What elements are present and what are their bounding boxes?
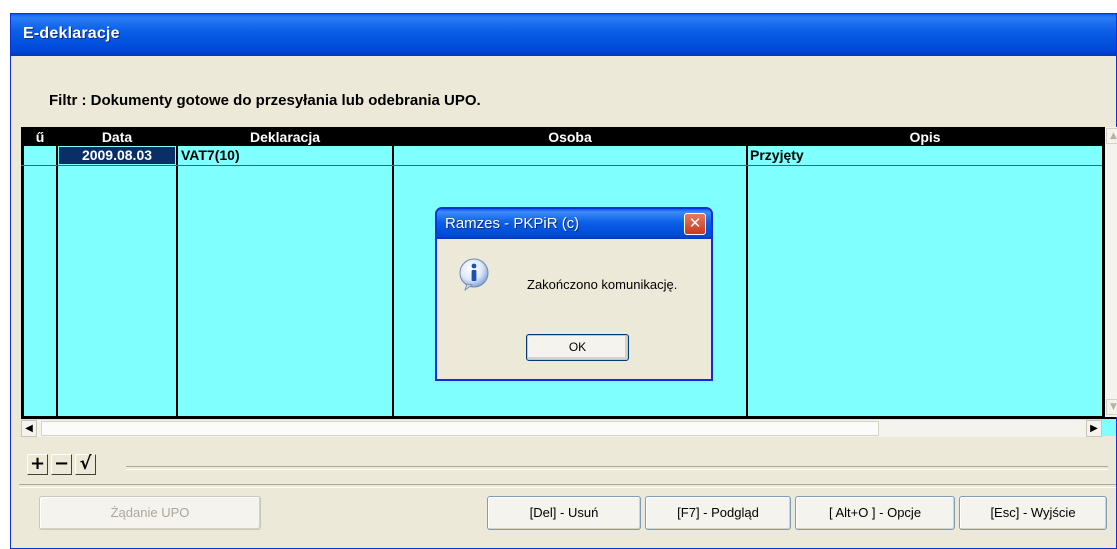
col-header-marker[interactable]: ű: [24, 129, 56, 146]
scroll-left-icon[interactable]: ◀: [21, 420, 37, 437]
col-description-bg: [748, 146, 1102, 416]
add-record-button[interactable]: +: [27, 454, 48, 475]
vertical-scrollbar[interactable]: ▲ ▼: [1105, 127, 1117, 417]
scroll-up-icon[interactable]: ▲: [1106, 128, 1117, 144]
row-divider: [21, 165, 1102, 166]
col-separator: [56, 127, 57, 417]
cell-declaration[interactable]: VAT7(10): [181, 147, 389, 164]
message-dialog: Ramzes - PKPiR (c) ✕ Zakończono komunika…: [435, 207, 713, 381]
scroll-down-icon[interactable]: ▼: [1106, 399, 1117, 415]
dialog-title: Ramzes - PKPiR (c): [445, 215, 580, 232]
cell-description[interactable]: Przyjęty: [750, 147, 1100, 164]
col-separator: [746, 127, 747, 417]
horizontal-scrollbar[interactable]: ◀ ▶: [21, 419, 1102, 437]
options-button[interactable]: [ Alt+O ] - Opcje: [795, 496, 955, 530]
col-declaration-bg: [178, 146, 392, 416]
col-header-date[interactable]: Data: [58, 129, 176, 146]
confirm-record-button[interactable]: √: [75, 454, 96, 475]
filter-label: Filtr : Dokumenty gotowe do przesyłania …: [49, 92, 481, 109]
preview-button[interactable]: [F7] - Podgląd: [645, 496, 791, 530]
request-upo-button[interactable]: Żądanie UPO: [39, 496, 261, 530]
delete-button[interactable]: [Del] - Usuń: [487, 496, 641, 530]
close-icon[interactable]: ✕: [684, 213, 706, 235]
col-date-bg: [58, 146, 176, 416]
scroll-corner: [1102, 419, 1116, 436]
divider: [19, 484, 1116, 488]
window-title: E-deklaracje: [23, 25, 120, 42]
delete-record-button[interactable]: −: [51, 454, 72, 475]
col-separator: [176, 127, 177, 417]
dialog-message: Zakończono komunikację.: [527, 277, 678, 292]
col-marker-bg: [24, 146, 56, 416]
scroll-right-icon[interactable]: ▶: [1086, 420, 1102, 437]
ok-button[interactable]: OK: [526, 334, 629, 361]
horizontal-scroll-thumb[interactable]: [41, 421, 879, 436]
col-header-declaration[interactable]: Deklaracja: [178, 129, 392, 146]
col-header-person[interactable]: Osoba: [394, 129, 746, 146]
cell-person[interactable]: [397, 147, 743, 164]
info-icon: [459, 258, 489, 291]
window-titlebar[interactable]: E-deklaracje: [11, 14, 1116, 56]
divider: [126, 466, 1108, 470]
exit-button[interactable]: [Esc] - Wyjście: [959, 496, 1107, 530]
col-header-description[interactable]: Opis: [748, 129, 1102, 146]
col-separator: [392, 127, 393, 417]
dialog-titlebar[interactable]: Ramzes - PKPiR (c) ✕: [437, 209, 711, 239]
cell-date[interactable]: 2009.08.03: [59, 147, 175, 164]
